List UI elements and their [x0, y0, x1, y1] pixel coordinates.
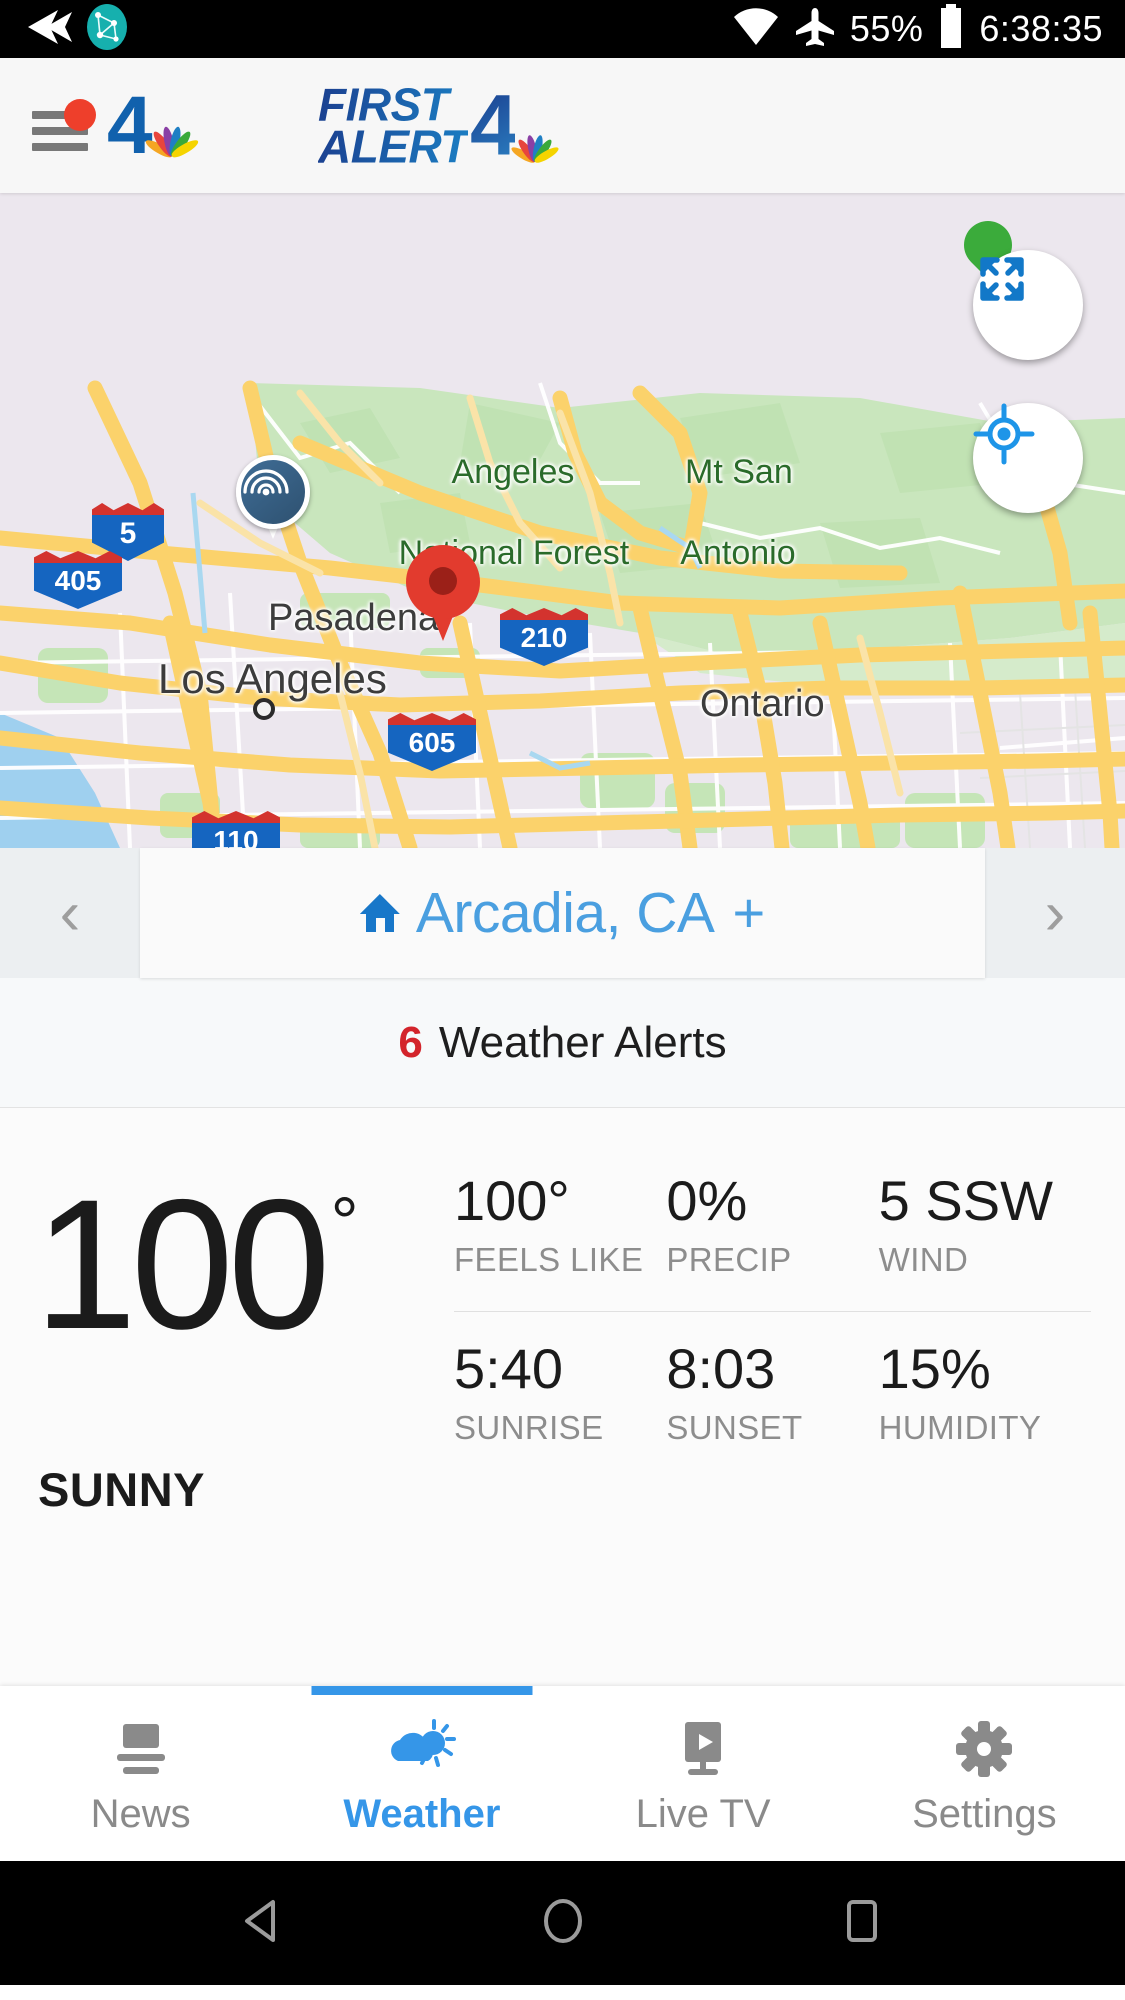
location-name: Arcadia, CA: [415, 881, 715, 945]
app-header: 4 FIRST ALERT 4: [0, 58, 1125, 193]
tab-weather[interactable]: Weather: [281, 1686, 562, 1861]
sun-cloud-icon: [386, 1718, 458, 1780]
notification-badge: [64, 98, 96, 131]
news-article-icon: [113, 1718, 169, 1780]
condition-text: SUNNY: [38, 1463, 206, 1516]
metrics-row-primary: 100° FEELS LIKE 0% PRECIP 5 SSW WIND: [454, 1169, 1091, 1279]
metrics-divider: [454, 1310, 1091, 1312]
chevron-right-icon[interactable]: ›: [985, 848, 1125, 978]
metrics-row-secondary: 5:40 SUNRISE 8:03 SUNSET 15% HUMIDITY: [454, 1336, 1091, 1447]
back-arrow-icon: [22, 7, 76, 52]
nbc4-logo: 4: [107, 79, 200, 171]
gear-settings-icon: [955, 1718, 1013, 1780]
current-conditions-panel: 100 ° SUNNY 100° FEELS LIKE 0% PRECIP 5 …: [0, 1108, 1125, 1686]
current-location-button[interactable]: Arcadia, CA +: [140, 848, 985, 978]
metric-sunset: 8:03 SUNSET: [666, 1336, 803, 1446]
battery-percent: 55%: [849, 8, 924, 49]
home-icon: [359, 894, 400, 932]
location-selector-bar: ‹ Arcadia, CA + ›: [0, 848, 1125, 978]
status-left-icons: [0, 3, 128, 56]
metric-wind: 5 SSW WIND: [878, 1169, 1053, 1278]
android-home-icon[interactable]: [536, 1894, 590, 1953]
peacock-icon: [143, 110, 200, 161]
nbc4-number: 4: [107, 79, 153, 171]
network-app-icon: [86, 3, 128, 56]
active-tab-indicator: [311, 1686, 533, 1695]
tab-news[interactable]: News: [0, 1686, 281, 1861]
first-alert-number: 4: [470, 77, 518, 174]
metric-humidity: 15% HUMIDITY: [878, 1336, 1042, 1446]
current-temperature: 100 °: [34, 1162, 454, 1368]
battery-icon: [937, 3, 965, 55]
highway-shield-405: 405: [34, 551, 122, 609]
weather-radar-map[interactable]: Angeles National Forest Mt San Antonio P…: [0, 193, 1125, 848]
radar-station-icon[interactable]: [236, 455, 310, 545]
metrics-block: 100° FEELS LIKE 0% PRECIP 5 SSW WIND 5:4…: [454, 1169, 1091, 1686]
alert-count: 6: [398, 1017, 423, 1067]
airplane-mode-icon: [794, 6, 836, 53]
chevron-left-icon[interactable]: ‹: [0, 848, 140, 978]
temperature-value: 100: [34, 1162, 331, 1368]
map-city-dot: [253, 698, 275, 720]
current-temp-block: 100 ° SUNNY: [34, 1172, 454, 1686]
bottom-tab-bar: News Weather Live TV Settings: [0, 1686, 1125, 1861]
degree-symbol: °: [330, 1183, 359, 1261]
wifi-icon: [732, 7, 780, 52]
first-alert-line1: FIRST: [318, 81, 468, 127]
hamburger-menu-icon[interactable]: [32, 98, 96, 151]
android-nav-bar: [0, 1861, 1125, 1985]
tab-label-news: News: [90, 1792, 191, 1836]
first-alert-line2: ALERT: [318, 120, 469, 173]
tab-label-weather: Weather: [343, 1792, 501, 1836]
tab-live-tv[interactable]: Live TV: [563, 1686, 844, 1861]
android-back-icon[interactable]: [237, 1894, 291, 1953]
plus-add-location-icon[interactable]: +: [732, 885, 765, 941]
metric-feels-like: 100° FEELS LIKE: [454, 1169, 644, 1278]
highway-shield-210: 210: [500, 608, 588, 666]
peacock-icon: [509, 122, 561, 166]
metric-precip: 0% PRECIP: [666, 1169, 792, 1278]
weather-alerts-banner[interactable]: 6 Weather Alerts: [0, 978, 1125, 1108]
tab-settings[interactable]: Settings: [844, 1686, 1125, 1861]
status-clock: 6:38:35: [979, 8, 1103, 49]
metric-sunrise: 5:40 SUNRISE: [454, 1336, 604, 1446]
android-status-bar: 55% 6:38:35: [0, 0, 1125, 58]
tab-label-settings: Settings: [912, 1792, 1057, 1836]
expand-fullscreen-icon[interactable]: [973, 250, 1083, 360]
live-tv-play-icon: [674, 1718, 732, 1780]
map-base-graphics: [0, 193, 1125, 848]
first-alert-logo: FIRST ALERT 4: [318, 77, 561, 174]
highway-shield-605: 605: [388, 713, 476, 771]
status-right-icons: 55% 6:38:35: [732, 3, 1125, 55]
alert-label: Weather Alerts: [438, 1017, 727, 1067]
highway-shield-110: 110: [192, 811, 280, 848]
android-recents-icon[interactable]: [835, 1894, 889, 1953]
tab-label-live-tv: Live TV: [635, 1792, 771, 1836]
my-location-icon[interactable]: [973, 403, 1083, 513]
map-location-pin[interactable]: [406, 545, 480, 641]
